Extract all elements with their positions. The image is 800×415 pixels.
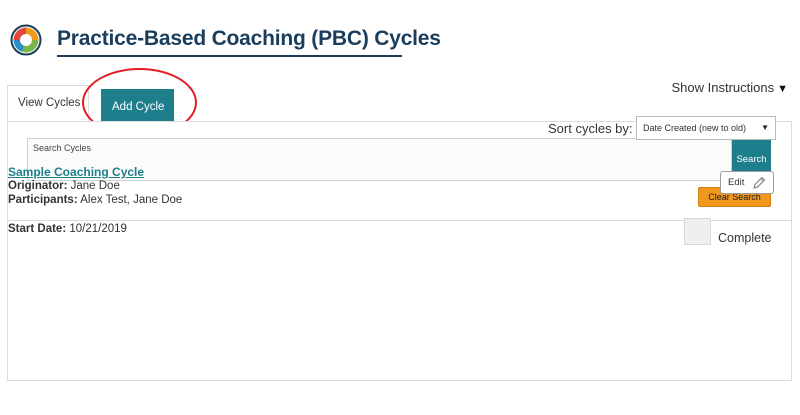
divider <box>8 220 791 221</box>
complete-label: Complete <box>718 231 772 245</box>
tab-view-cycles[interactable]: View Cycles <box>7 85 89 121</box>
edit-button[interactable]: Edit <box>720 171 774 194</box>
start-date-value: 10/21/2019 <box>69 223 127 235</box>
edit-button-label: Edit <box>728 177 745 188</box>
pencil-icon <box>753 176 766 189</box>
page-title: Practice-Based Coaching (PBC) Cycles <box>57 27 441 50</box>
tab-add-cycle[interactable]: Add Cycle <box>101 89 174 121</box>
originator-label: Originator: <box>8 180 68 192</box>
participants-label: Participants: <box>8 194 78 206</box>
page-header: Practice-Based Coaching (PBC) Cycles <box>10 22 441 58</box>
show-instructions-toggle[interactable]: Show Instructions ▼ <box>672 80 789 95</box>
cycles-panel: Search Cycles Search Clear Search <box>7 121 792 381</box>
triangle-down-icon: ▼ <box>777 83 788 95</box>
dropdown-arrow-icon: ▼ <box>761 123 769 132</box>
sort-select[interactable]: Date Created (new to old) ▼ <box>636 116 776 140</box>
cycle-originator: Originator: Jane Doe <box>8 180 120 192</box>
cycle-start-date: Start Date: 10/21/2019 <box>8 223 127 235</box>
search-input-placeholder: Search Cycles <box>33 143 92 153</box>
start-date-label: Start Date: <box>8 223 67 235</box>
tab-add-cycle-label: Add Cycle <box>112 101 165 113</box>
complete-checkbox[interactable] <box>684 218 711 245</box>
sort-label: Sort cycles by: <box>548 121 633 136</box>
pbc-logo-icon <box>10 24 42 56</box>
participants-value: Alex Test, Jane Doe <box>80 194 183 206</box>
show-instructions-label: Show Instructions <box>671 80 775 95</box>
tab-view-cycles-label: View Cycles <box>18 97 81 109</box>
sort-select-value: Date Created (new to old) <box>643 123 747 133</box>
cycle-name-link[interactable]: Sample Coaching Cycle <box>8 165 144 179</box>
cycle-participants: Participants: Alex Test, Jane Doe <box>8 194 182 206</box>
title-underline <box>57 55 402 57</box>
originator-value: Jane Doe <box>70 180 120 192</box>
